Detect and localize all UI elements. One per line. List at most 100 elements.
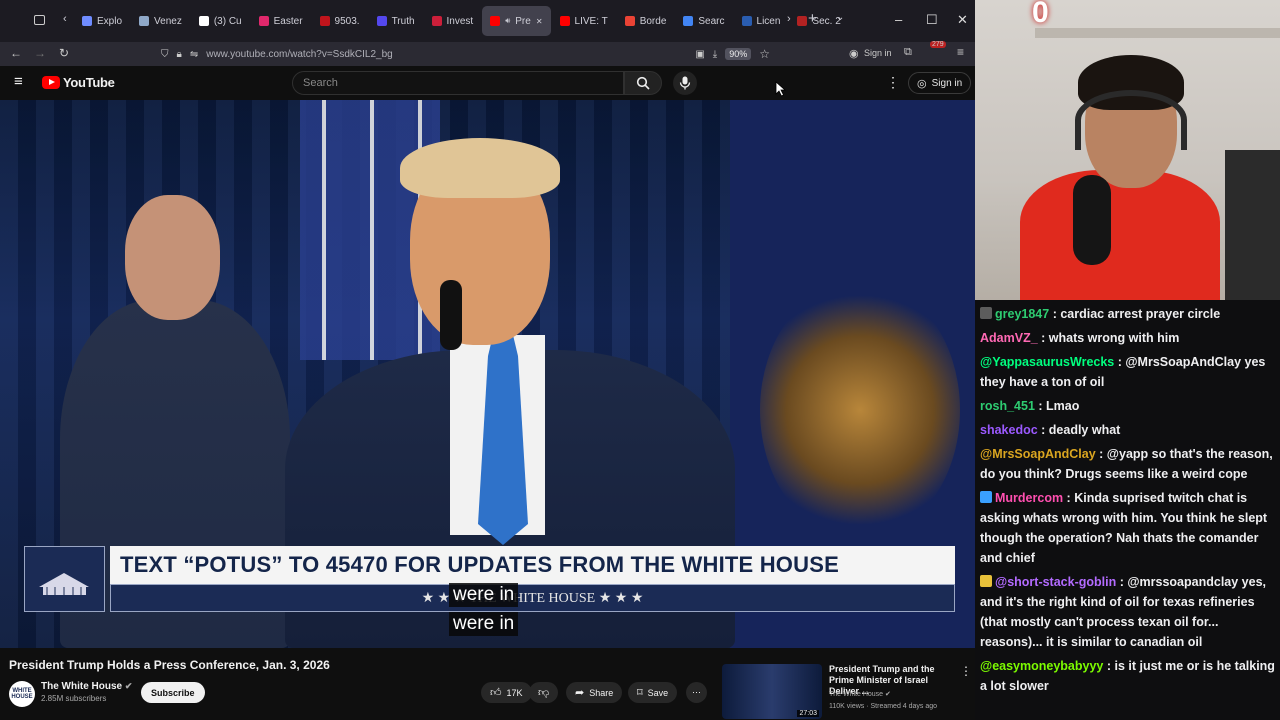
chat-badge-icon[interactable] bbox=[980, 307, 992, 319]
headphones bbox=[1075, 90, 1187, 150]
chat-username[interactable]: @YappasaurusWrecks bbox=[980, 355, 1114, 369]
channel-name-text[interactable]: The White House bbox=[41, 681, 122, 692]
chat-message: rosh_451 : Lmao bbox=[980, 396, 1277, 416]
minimize-icon[interactable]: – bbox=[895, 12, 902, 27]
browser-tab[interactable]: Truth bbox=[369, 6, 423, 36]
chat-message: @easymoneybabyyy : is it just me or is h… bbox=[980, 656, 1277, 696]
close-window-icon[interactable]: ✕ bbox=[957, 12, 968, 28]
menu-hamburger-icon[interactable]: ≡ bbox=[957, 45, 964, 59]
browser-signin-label[interactable]: Sign in bbox=[864, 48, 892, 58]
verified-icon: ✔ bbox=[124, 681, 133, 691]
chat-username[interactable]: Murdercom bbox=[995, 491, 1063, 505]
video-info-panel: President Trump Holds a Press Conference… bbox=[0, 648, 975, 720]
chat-text: cardiac arrest prayer circle bbox=[1060, 307, 1221, 321]
tab-favicon-icon bbox=[258, 16, 269, 26]
subscribe-button[interactable]: Subscribe bbox=[141, 682, 205, 703]
chat-badge-icon[interactable] bbox=[980, 575, 992, 587]
tabs-scroll-left-icon[interactable]: ‹ bbox=[63, 13, 67, 25]
white-house-logo bbox=[24, 546, 105, 612]
tab-label: (3) Cu bbox=[213, 15, 242, 27]
chat-message: @YappasaurusWrecks : @MrsSoapAndClay yes… bbox=[980, 352, 1277, 392]
more-actions-button[interactable]: ⋯ bbox=[686, 682, 707, 703]
chat-username[interactable]: @easymoneybabyyy bbox=[980, 659, 1103, 673]
browser-tab[interactable]: Easter bbox=[251, 6, 311, 36]
chat-username[interactable]: shakedoc bbox=[980, 423, 1038, 437]
save-button[interactable]: ⌑ Save bbox=[628, 682, 678, 703]
chat-text: whats wrong with him bbox=[1048, 331, 1180, 345]
search-placeholder: Search bbox=[303, 77, 338, 89]
chat-username[interactable]: grey1847 bbox=[995, 307, 1049, 321]
tab-label: LIVE: T bbox=[574, 15, 608, 27]
chat-username[interactable]: AdamVZ_ bbox=[980, 331, 1038, 345]
share-label: Share bbox=[589, 687, 614, 698]
chat-username[interactable]: rosh_451 bbox=[980, 399, 1035, 413]
url-bar[interactable]: ⛉ 🔒︎ ⇋ www.youtube.com/watch?v=SsdkCIL2_… bbox=[155, 44, 770, 64]
tab-label: Invest bbox=[446, 15, 474, 27]
picture-in-picture-icon[interactable]: ▣ bbox=[695, 49, 704, 60]
tab-favicon-icon bbox=[797, 16, 808, 26]
white-house-subbanner: ★ ★ ★ THE WHITE HOUSE ★ ★ ★ bbox=[110, 584, 955, 612]
recommended-menu-icon[interactable]: ⋮ bbox=[960, 664, 972, 678]
forward-arrow-icon[interactable]: → bbox=[34, 46, 46, 60]
save-label: Save bbox=[647, 687, 669, 698]
browser-tab[interactable]: Searc bbox=[675, 6, 732, 36]
chat-badge-icon[interactable] bbox=[980, 491, 992, 503]
white-house-building-icon bbox=[39, 573, 89, 595]
tab-overview-icon[interactable] bbox=[34, 15, 45, 25]
zoom-level[interactable]: 90% bbox=[725, 48, 752, 60]
url-text[interactable]: www.youtube.com/watch?v=SsdkCIL2_bg bbox=[206, 49, 393, 60]
lock-icon: 🔒︎ bbox=[176, 48, 182, 60]
permissions-icon[interactable]: ⇋ bbox=[190, 49, 198, 60]
tab-list-chevron-icon[interactable]: ⌄ bbox=[836, 12, 844, 23]
recommended-meta: 110K views · Streamed 4 days ago bbox=[829, 703, 938, 710]
back-arrow-icon[interactable]: ← bbox=[10, 46, 22, 60]
channel-avatar[interactable]: WHITE HOUSE bbox=[9, 681, 35, 707]
youtube-signin-button[interactable]: ◎ Sign in bbox=[908, 72, 972, 94]
tab-label: Pre bbox=[515, 15, 531, 27]
tab-audio-icon[interactable]: 🔊︎ bbox=[505, 16, 510, 26]
browser-tab[interactable]: Licen bbox=[734, 6, 789, 36]
chat-username[interactable]: @short-stack-goblin bbox=[995, 575, 1116, 589]
browser-tab[interactable]: 9503. bbox=[312, 6, 368, 36]
search-input[interactable]: Search bbox=[292, 71, 624, 95]
share-button[interactable]: ➦ Share bbox=[566, 682, 623, 703]
browser-tab[interactable]: (3) Cu bbox=[191, 6, 250, 36]
download-icon[interactable]: ⤓ bbox=[713, 49, 717, 60]
tab-close-icon[interactable]: ✕ bbox=[536, 17, 543, 26]
tab-label: 9503. bbox=[334, 15, 360, 27]
recommended-channel[interactable]: The White House ✔ bbox=[829, 690, 891, 698]
maximize-icon[interactable]: ☐ bbox=[926, 12, 938, 28]
tab-favicon-icon bbox=[198, 16, 209, 26]
extensions-icon[interactable]: ⧉ bbox=[904, 46, 912, 59]
browser-tab[interactable]: 🔊︎ Pre ✕ bbox=[482, 6, 551, 36]
chat-text: Lmao bbox=[1046, 399, 1080, 413]
browser-tab[interactable]: Explo bbox=[74, 6, 130, 36]
chat-separator: : bbox=[1063, 491, 1075, 505]
extension-badge[interactable]: 279 bbox=[930, 41, 946, 48]
voice-search-button[interactable] bbox=[673, 71, 697, 95]
browser-tab[interactable]: Venez bbox=[131, 6, 190, 36]
reload-icon[interactable]: ↻ bbox=[59, 46, 69, 60]
browser-tab[interactable]: Invest bbox=[424, 6, 482, 36]
guide-menu-icon[interactable]: ≡ bbox=[14, 73, 23, 90]
chat-message: grey1847 : cardiac arrest prayer circle bbox=[980, 304, 1277, 324]
dislike-button[interactable]: 👎︎ bbox=[529, 682, 559, 703]
browser-tab[interactable]: Borde bbox=[617, 6, 675, 36]
recommended-thumbnail[interactable]: 27:03 bbox=[722, 664, 822, 719]
new-tab-icon[interactable]: + bbox=[808, 10, 817, 27]
bookmark-star-icon[interactable]: ☆ bbox=[759, 47, 770, 61]
account-icon[interactable]: ◉ bbox=[849, 47, 859, 60]
tab-label: Venez bbox=[154, 15, 182, 27]
youtube-logo[interactable]: YouTube bbox=[42, 75, 115, 90]
bookmark-icon: ⌑ bbox=[637, 687, 643, 699]
recommended-channel-text[interactable]: The White House bbox=[829, 691, 883, 698]
tabs-scroll-right-icon[interactable]: › bbox=[787, 13, 791, 25]
search-button[interactable] bbox=[624, 71, 662, 95]
chat-username[interactable]: @MrsSoapAndClay bbox=[980, 447, 1096, 461]
search-icon bbox=[636, 76, 650, 90]
channel-name[interactable]: The White House ✔ bbox=[41, 681, 132, 692]
like-button[interactable]: 👍︎ 17K bbox=[481, 682, 532, 703]
video-player[interactable]: TEXT “POTUS” TO 45470 FOR UPDATES FROM T… bbox=[0, 100, 975, 648]
browser-tab[interactable]: LIVE: T bbox=[552, 6, 616, 36]
more-options-icon[interactable]: ⋮ bbox=[886, 74, 900, 91]
